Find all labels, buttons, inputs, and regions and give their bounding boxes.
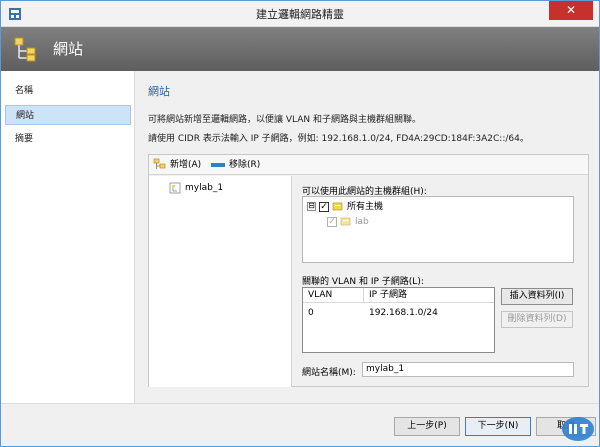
title-bar: 建立邏輯網路精靈 ✕ [1, 1, 599, 27]
delete-row-button[interactable]: 刪除資料列(D) [501, 311, 573, 328]
insert-row-button[interactable]: 插入資料列(I) [501, 288, 573, 305]
site-editor-panel: 新增(A) 移除(R) mylab_1 可以使用此網站的主機群組(H): ⊟ ✓… [148, 154, 589, 387]
lab-label: lab [355, 217, 369, 227]
cell-ip-subnet[interactable]: 192.168.1.0/24 [364, 306, 494, 321]
page-title: 網站 [53, 40, 84, 58]
page-header: 網站 [1, 27, 599, 71]
remove-icon [211, 162, 225, 167]
cidr-hint-text: 請使用 CIDR 表示法輸入 IP 子網路，例如: 192.168.1.0/24… [148, 134, 529, 144]
site-hierarchy-icon [14, 37, 36, 62]
remove-site-label: 移除(R) [229, 160, 261, 170]
all-hosts-label: 所有主機 [347, 202, 384, 212]
nav-item-sites[interactable]: 網站 [5, 105, 131, 125]
add-site-icon [153, 158, 166, 169]
watermark-logo-icon [562, 417, 594, 441]
collapse-icon[interactable]: ⊟ [307, 202, 316, 211]
nav-item-summary[interactable]: 摘要 [5, 129, 131, 149]
content-pane: 網站 可將網站新增至邏輯網路，以便讓 VLAN 和子網路與主機群組關聯。 請使用… [136, 71, 599, 403]
vlan-subnet-table[interactable]: VLAN IP 子網路 0 192.168.1.0/24 [302, 287, 495, 353]
section-title: 網站 [148, 85, 170, 98]
wizard-window: 建立邏輯網路精靈 ✕ 網站 名稱 網站 摘要 網站 可將網站新增至邏輯網路，以便… [0, 0, 600, 447]
lab-checkbox[interactable]: ✓ [327, 216, 337, 227]
description-text: 可將網站新增至邏輯網路，以便讓 VLAN 和子網路與主機群組關聯。 [148, 115, 421, 125]
nav-item-name[interactable]: 名稱 [5, 81, 131, 101]
site-list[interactable]: mylab_1 [149, 176, 292, 387]
site-name-input[interactable]: mylab_1 [362, 362, 574, 377]
remove-site-button[interactable]: 移除(R) [211, 158, 260, 172]
add-site-button[interactable]: 新增(A) [153, 158, 201, 172]
host-group-icon [332, 202, 343, 211]
next-button[interactable]: 下一步(N) [465, 417, 531, 436]
host-group-icon [340, 217, 351, 226]
tree-row-lab[interactable]: ✓ lab [327, 216, 369, 229]
column-ip-subnet[interactable]: IP 子網路 [364, 288, 494, 303]
all-hosts-checkbox[interactable]: ✓ [319, 201, 329, 212]
site-item-label: mylab_1 [185, 183, 224, 193]
column-vlan[interactable]: VLAN [303, 288, 364, 303]
host-group-tree[interactable]: ⊟ ✓ 所有主機 ✓ lab [302, 196, 574, 263]
window-title: 建立邏輯網路精靈 [256, 8, 344, 21]
wizard-footer: 上一步(P) 下一步(N) 取消 [1, 403, 599, 446]
list-item[interactable]: mylab_1 [169, 181, 223, 195]
back-button[interactable]: 上一步(P) [394, 417, 460, 436]
site-toolbar: 新增(A) 移除(R) [149, 155, 588, 175]
close-button[interactable]: ✕ [549, 1, 593, 20]
table-header: VLAN IP 子網路 [303, 288, 494, 303]
site-name-label: 網站名稱(M): [302, 368, 356, 378]
tree-row-all-hosts[interactable]: ⊟ ✓ 所有主機 [307, 201, 383, 214]
cell-vlan[interactable]: 0 [303, 306, 364, 321]
wizard-nav: 名稱 網站 摘要 [1, 71, 135, 403]
vlan-subnet-label: 關聯的 VLAN 和 IP 子網路(L): [302, 277, 424, 287]
add-site-label: 新增(A) [170, 160, 202, 170]
site-icon [169, 182, 181, 193]
